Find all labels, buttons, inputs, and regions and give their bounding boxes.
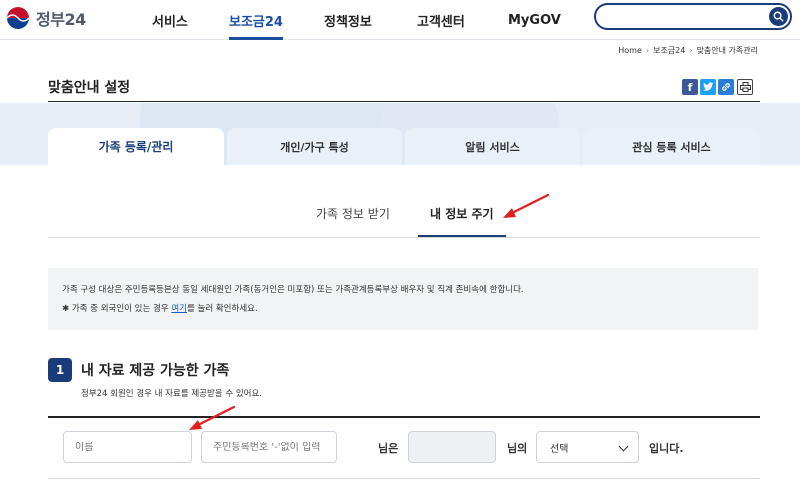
tab-personal-household[interactable]: 개인/가구 특성	[227, 128, 402, 165]
page-title: 맞춤안내 설정	[48, 80, 131, 96]
logo-text: 정부24	[36, 10, 86, 29]
link-icon	[722, 83, 730, 91]
annotation-arrow-icon	[503, 193, 550, 218]
relation-name-field	[408, 431, 496, 463]
subtab-give-my-info[interactable]: 내 정보 주기	[430, 205, 494, 222]
notice-text-2-suffix: 를 눌러 확인하세요.	[187, 304, 258, 314]
tab-family-registration[interactable]: 가족 등록/관리	[48, 128, 224, 165]
foreigner-info-link[interactable]: 여기	[171, 304, 187, 314]
section-divider	[48, 416, 760, 418]
title-divider	[48, 101, 760, 102]
tab-notification-service[interactable]: 알림 서비스	[405, 128, 580, 165]
section-number-badge: 1	[48, 358, 72, 382]
nav-services[interactable]: 서비스	[152, 0, 188, 40]
search-icon	[773, 11, 784, 22]
nav-subsidy24[interactable]: 보조금24	[229, 0, 283, 40]
search-input[interactable]	[606, 8, 766, 26]
breadcrumb-subsidy24[interactable]: 보조금24	[653, 45, 685, 56]
rrn-input[interactable]	[213, 441, 336, 453]
notice-text-2-prefix: ✱ 가족 중 외국인이 있는 경우	[62, 304, 172, 314]
facebook-share-button[interactable]: f	[682, 79, 698, 95]
notice-box: 가족 구성 대상은 주민등록등본상 동일 세대원인 가족(동거인은 미포함) 또…	[48, 268, 758, 330]
chevron-down-icon	[618, 441, 629, 452]
text-nim-eun: 님은	[378, 442, 399, 455]
link-share-button[interactable]	[718, 79, 734, 95]
breadcrumb-home[interactable]: Home	[618, 46, 642, 55]
relationship-select-value: 선택	[550, 443, 569, 455]
search-button[interactable]	[769, 7, 788, 26]
annotation-arrow-icon	[189, 405, 236, 430]
nav-customer-center[interactable]: 고객센터	[417, 0, 465, 40]
chevron-right-icon: ›	[645, 46, 650, 55]
subtab-active-indicator	[418, 235, 506, 237]
print-icon	[739, 82, 751, 92]
search-box	[594, 3, 792, 30]
text-imnida: 입니다.	[649, 442, 684, 455]
section-subtitle: 정부24 회원인 경우 내 자료를 제공받을 수 있어요.	[81, 389, 263, 399]
subtab-receive-family-info[interactable]: 가족 정보 받기	[316, 205, 390, 222]
government-emblem-icon	[6, 6, 30, 30]
breadcrumb: Home › 보조금24 › 맞춤안내 가족관리	[618, 45, 758, 56]
nav-policy-info[interactable]: 정책정보	[324, 0, 372, 40]
twitter-icon	[702, 82, 714, 91]
twitter-share-button[interactable]	[700, 79, 716, 95]
site-header: 정부24 서비스 보조금24 정책정보 고객센터 MyGOV	[0, 0, 800, 40]
name-input[interactable]	[75, 441, 191, 453]
relation-name-input	[420, 441, 495, 453]
subtab-divider	[48, 237, 760, 238]
name-field	[63, 431, 192, 463]
form-bottom-divider	[48, 478, 760, 479]
rrn-field	[201, 431, 337, 463]
notice-text-1: 가족 구성 대상은 주민등록등본상 동일 세대원인 가족(동거인은 미포함) 또…	[62, 285, 524, 295]
breadcrumb-current: 맞춤안내 가족관리	[696, 46, 758, 55]
facebook-icon: f	[687, 80, 693, 94]
logo[interactable]: 정부24	[4, 4, 86, 32]
relationship-select[interactable]: 선택	[536, 431, 639, 463]
text-nim-ui: 님의	[507, 442, 528, 455]
nav-mygov[interactable]: MyGOV	[508, 0, 561, 40]
section-title: 내 자료 제공 가능한 가족	[81, 363, 230, 379]
chevron-right-icon: ›	[689, 46, 693, 55]
notice-text-2: ✱ 가족 중 외국인이 있는 경우 여기를 눌러 확인하세요.	[62, 302, 258, 314]
tab-interest-registration[interactable]: 관심 등록 서비스	[583, 128, 760, 165]
print-button[interactable]	[737, 79, 753, 95]
